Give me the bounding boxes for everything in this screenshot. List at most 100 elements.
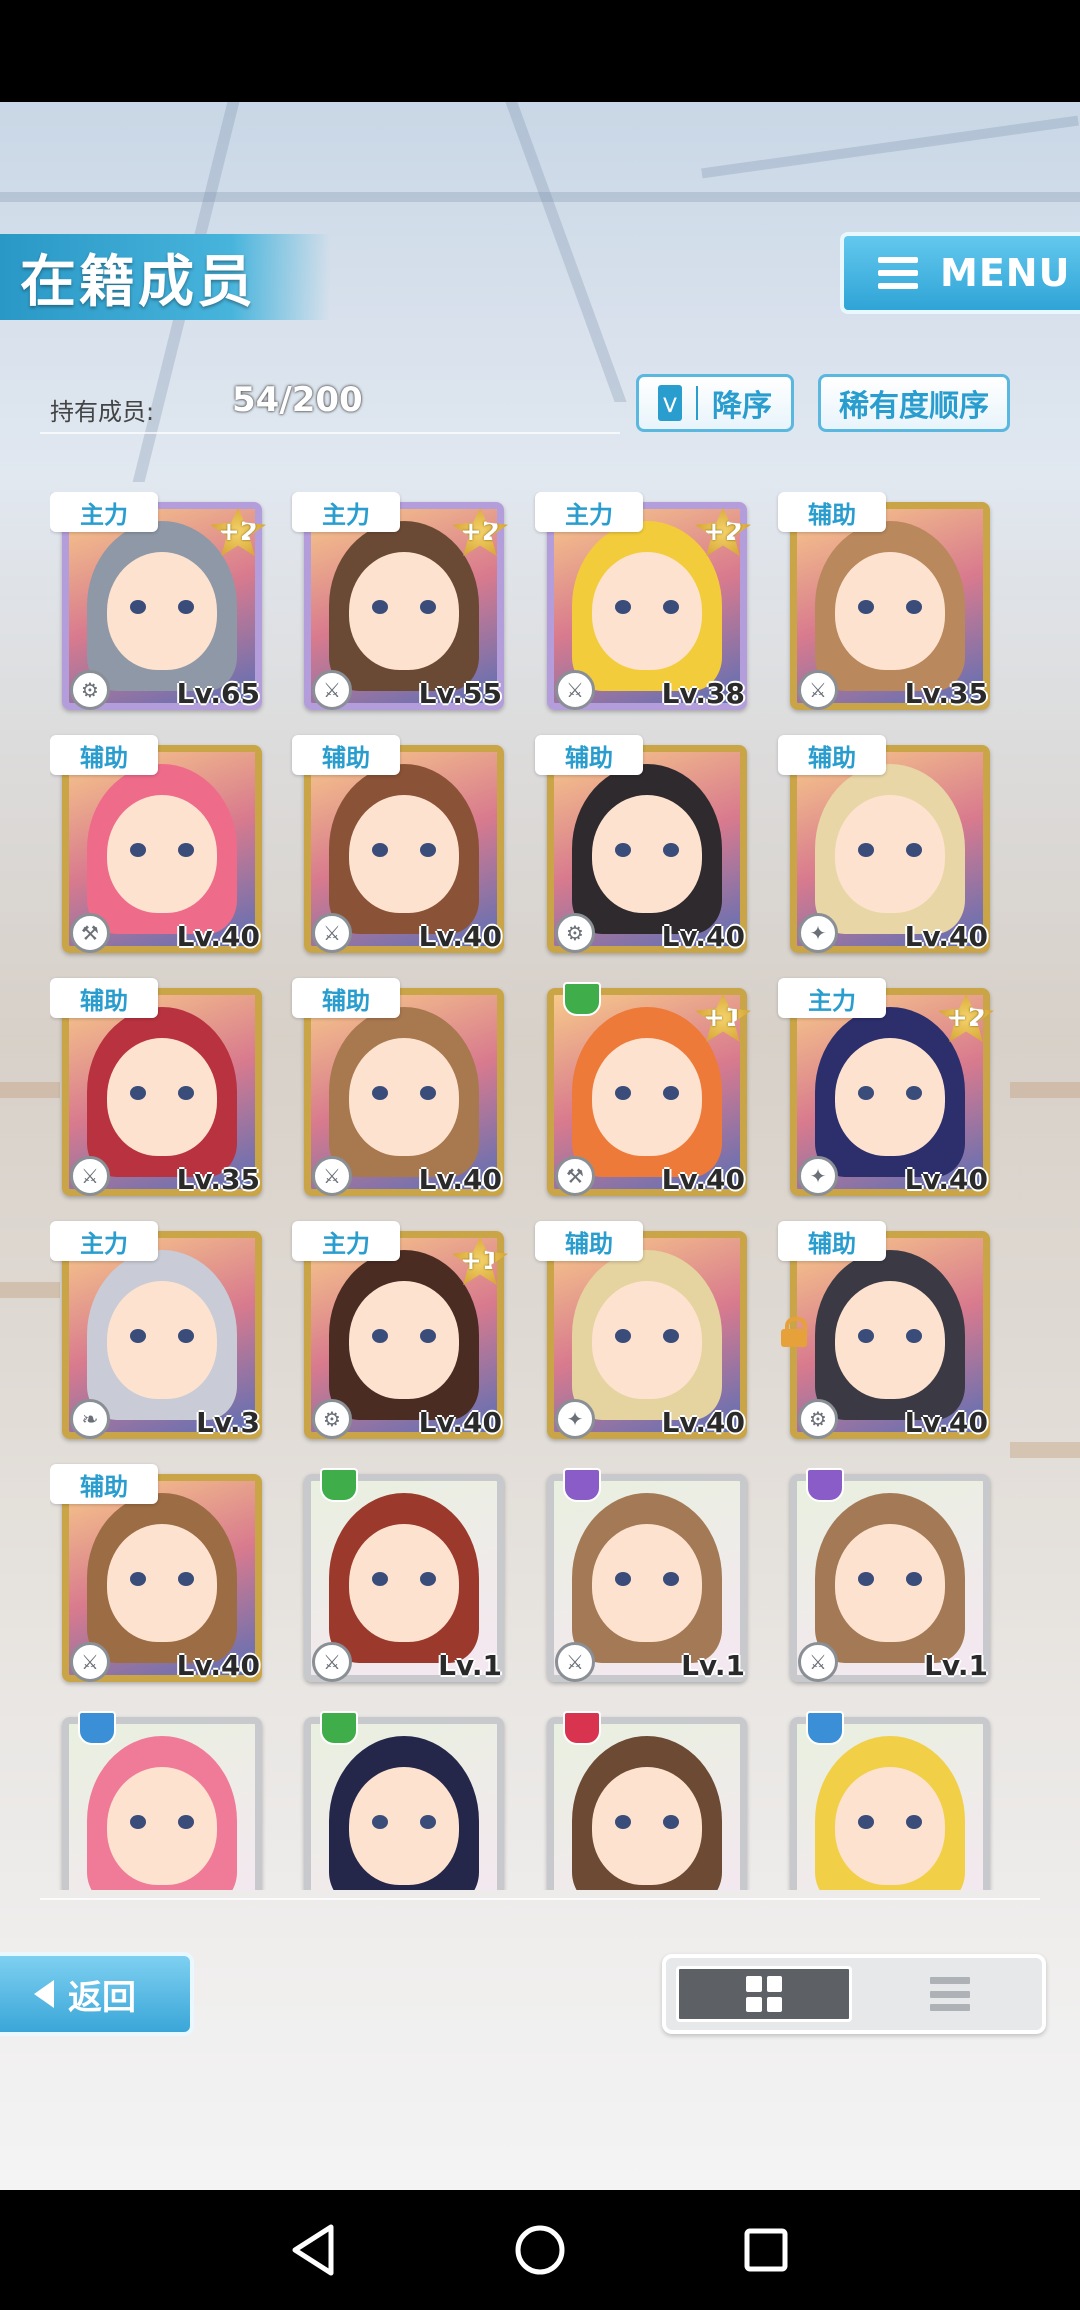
member-card[interactable]: 主力 +2 ⚔ Lv.38 <box>535 492 755 712</box>
character-eyes <box>130 1329 194 1344</box>
divider <box>696 386 698 420</box>
character-eyes <box>130 1572 194 1587</box>
character-portrait <box>797 1724 983 1890</box>
role-tag: 辅助 <box>292 735 400 775</box>
character-eyes <box>130 843 194 858</box>
attribute-badge-icon <box>78 1711 116 1745</box>
gun-type-icon: ✦ <box>555 1399 595 1439</box>
level-label: Lv.55 <box>418 677 502 710</box>
sword-type-icon: ⚔ <box>312 1642 352 1682</box>
gear-type-icon: ⚙ <box>312 1399 352 1439</box>
gear-type-icon: ⚙ <box>798 1399 838 1439</box>
attribute-badge-icon <box>563 1711 601 1745</box>
member-card[interactable]: 辅助 ✦ Lv.40 <box>535 1221 755 1441</box>
level-label: Lv.40 <box>176 920 260 953</box>
member-card[interactable]: 辅助 ⚒ Lv.40 <box>50 735 270 955</box>
member-card[interactable]: ⚔ Lv.1 <box>292 1464 512 1684</box>
member-card[interactable]: 辅助 ⚔ Lv.40 <box>292 735 512 955</box>
role-tag: 辅助 <box>535 1221 643 1261</box>
sort-order-button[interactable]: ⋁ 降序 <box>636 374 794 432</box>
menu-button[interactable]: MENU <box>840 232 1080 314</box>
role-tag: 辅助 <box>292 978 400 1018</box>
role-tag: 辅助 <box>50 735 158 775</box>
member-card[interactable]: 辅助 ⚔ Lv.35 <box>50 978 270 1198</box>
level-label: Lv.1 <box>924 1649 988 1682</box>
nav-recents-icon <box>744 2228 788 2272</box>
member-card[interactable]: 辅助 ⚔ Lv.35 <box>778 492 998 712</box>
member-card[interactable]: ⚔ Lv.1 <box>778 1464 998 1684</box>
title-banner: 在籍成员 <box>0 234 330 320</box>
grid-view-button[interactable] <box>676 1966 852 2022</box>
member-card[interactable] <box>292 1707 512 1890</box>
page-title: 在籍成员 <box>20 249 256 315</box>
character-eyes <box>858 1086 922 1101</box>
game-screen: 在籍成员 MENU 持有成员: 54/200 ⋁ 降序 稀有度顺序 主力 +2 ⚙ L… <box>0 102 1080 2190</box>
role-tag: 辅助 <box>535 735 643 775</box>
nav-home-button[interactable] <box>512 2222 568 2278</box>
level-label: Lv.3 <box>196 1406 260 1439</box>
member-card[interactable]: 辅助 ⚙ Lv.40 <box>778 1221 998 1441</box>
member-card[interactable]: 主力 +1 ⚙ Lv.40 <box>292 1221 512 1441</box>
level-label: Lv.40 <box>661 1406 745 1439</box>
level-label: Lv.38 <box>661 677 745 710</box>
nav-back-button[interactable] <box>286 2222 342 2278</box>
character-eyes <box>858 600 922 615</box>
role-tag: 主力 <box>778 978 886 1018</box>
member-card[interactable]: 主力 ❧ Lv.3 <box>50 1221 270 1441</box>
member-card[interactable]: 辅助 ⚙ Lv.40 <box>535 735 755 955</box>
sort-rarity-button[interactable]: 稀有度顺序 <box>818 374 1010 432</box>
role-tag: 主力 <box>292 1221 400 1261</box>
background-beam <box>701 115 1079 179</box>
member-card-grid: 主力 +2 ⚙ Lv.65 主力 +2 ⚔ Lv.55 主力 +2 ⚔ Lv.38 辅助 ⚔ Lv.35 辅助… <box>50 492 1030 1890</box>
level-label: Lv.1 <box>681 1649 745 1682</box>
member-card[interactable] <box>778 1707 998 1890</box>
hammer-type-icon: ⚒ <box>70 913 110 953</box>
character-eyes <box>372 1815 436 1830</box>
member-card[interactable]: 主力 +2 ✦ Lv.40 <box>778 978 998 1198</box>
attribute-badge-icon <box>806 1468 844 1502</box>
sword-type-icon: ⚔ <box>555 1642 595 1682</box>
character-eyes <box>372 1329 436 1344</box>
character-eyes <box>615 1815 679 1830</box>
sword-type-icon: ⚔ <box>312 670 352 710</box>
character-eyes <box>858 1815 922 1830</box>
character-eyes <box>615 1572 679 1587</box>
list-view-button[interactable] <box>862 1966 1038 2022</box>
owned-members-count: 54/200 <box>232 380 363 420</box>
sword-type-icon: ⚔ <box>70 1642 110 1682</box>
level-label: Lv.40 <box>418 1163 502 1196</box>
gun-type-icon: ✦ <box>798 913 838 953</box>
role-tag: 辅助 <box>50 1464 158 1504</box>
member-card[interactable]: 主力 +2 ⚙ Lv.65 <box>50 492 270 712</box>
member-card[interactable]: 辅助 ⚔ Lv.40 <box>50 1464 270 1684</box>
sword-type-icon: ⚔ <box>798 670 838 710</box>
nav-recents-button[interactable] <box>738 2222 794 2278</box>
member-card[interactable]: ⚔ Lv.1 <box>535 1464 755 1684</box>
nav-back-icon <box>292 2224 334 2276</box>
back-button[interactable]: 返回 <box>0 1952 194 2036</box>
sort-order-label: 降序 <box>712 389 772 424</box>
character-eyes <box>372 1572 436 1587</box>
character-eyes <box>130 1815 194 1830</box>
member-card[interactable]: +1 ⚒ Lv.40 <box>535 978 755 1198</box>
gun-type-icon: ✦ <box>798 1156 838 1196</box>
sword-type-icon: ⚔ <box>555 670 595 710</box>
role-tag: 辅助 <box>778 735 886 775</box>
role-tag: 辅助 <box>778 492 886 532</box>
sort-rarity-label: 稀有度顺序 <box>839 389 989 424</box>
character-eyes <box>615 1086 679 1101</box>
character-portrait <box>69 1724 255 1890</box>
view-toggle <box>662 1954 1046 2034</box>
member-card[interactable] <box>535 1707 755 1890</box>
lock-icon <box>780 1317 808 1347</box>
grid-icon <box>746 1976 782 2012</box>
level-label: Lv.35 <box>904 677 988 710</box>
member-card[interactable]: 主力 +2 ⚔ Lv.55 <box>292 492 512 712</box>
sword-type-icon: ⚔ <box>312 913 352 953</box>
owned-members-label: 持有成员: <box>50 398 155 426</box>
member-card[interactable]: 辅助 ✦ Lv.40 <box>778 735 998 955</box>
status-bar <box>0 0 1080 102</box>
sword-type-icon: ⚔ <box>312 1156 352 1196</box>
member-card[interactable] <box>50 1707 270 1890</box>
member-card[interactable]: 辅助 ⚔ Lv.40 <box>292 978 512 1198</box>
